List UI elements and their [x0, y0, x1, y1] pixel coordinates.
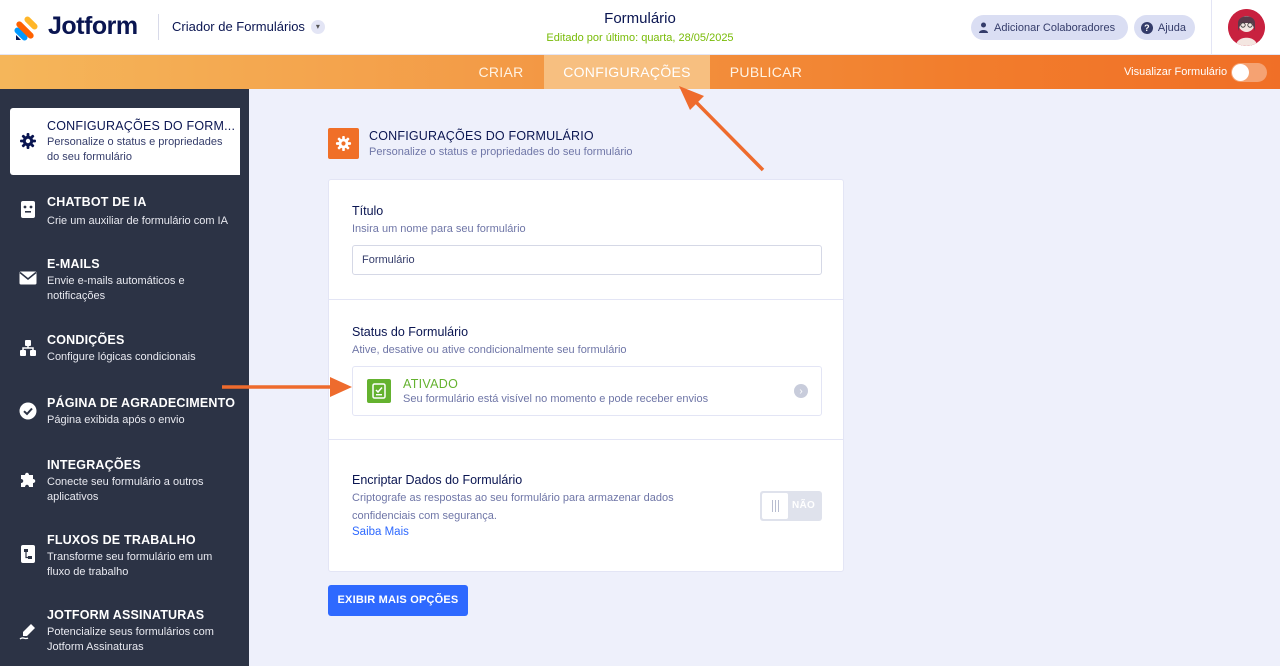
learn-more-link[interactable]: Saiba Mais: [352, 526, 409, 538]
sidebar-item-workflows[interactable]: FLUXOS DE TRABALHO Transforme seu formul…: [0, 532, 249, 582]
sidebar-item-title: JOTFORM ASSINATURAS: [47, 608, 205, 622]
sidebar-item-title: E-MAILS: [47, 257, 100, 271]
check-circle-icon: [18, 401, 38, 421]
show-more-options-button[interactable]: EXIBIR MAIS OPÇÕES: [328, 585, 468, 616]
card-divider: [329, 299, 843, 300]
sidebar-item-form-settings[interactable]: CONFIGURAÇÕES DO FORM... Personalize o s…: [10, 108, 240, 175]
sidebar-item-conditions[interactable]: CONDIÇÕES Configure lógicas condicionais: [0, 332, 249, 372]
sidebar-item-integrations[interactable]: INTEGRAÇÕES Conecte seu formulário a out…: [0, 457, 249, 507]
sidebar-item-desc: Personalize o status e propriedades do s…: [47, 136, 223, 163]
user-icon: [978, 22, 989, 33]
settings-sidebar: CONFIGURAÇÕES DO FORM... Personalize o s…: [0, 89, 249, 666]
puzzle-icon: [18, 469, 38, 489]
sidebar-item-title: INTEGRAÇÕES: [47, 458, 141, 472]
add-collaborators-button[interactable]: Adicionar Colaboradores: [971, 15, 1128, 40]
status-field-hint: Ative, desative ou ative condicionalment…: [352, 344, 627, 356]
form-status-selector[interactable]: ATIVADO Seu formulário está visível no m…: [352, 366, 822, 416]
sidebar-item-desc: Configure lógicas condicionais: [47, 351, 196, 363]
tab-publicar[interactable]: PUBLICAR: [722, 55, 810, 89]
section-subtitle: Personalize o status e propriedades do s…: [369, 146, 633, 158]
sidebar-item-desc: Transforme seu formulário em um fluxo de…: [47, 551, 213, 578]
add-collaborators-label: Adicionar Colaboradores: [994, 21, 1116, 34]
signature-pen-icon: [18, 621, 38, 641]
builder-nav-bar: CRIAR CONFIGURAÇÕES PUBLICAR Visualizar …: [0, 55, 1280, 89]
question-icon: ?: [1141, 21, 1153, 34]
encrypt-field-label: Encriptar Dados do Formulário: [352, 473, 523, 487]
sidebar-item-desc: Página exibida após o envio: [47, 414, 185, 426]
sidebar-item-title: CHATBOT DE IA: [47, 195, 147, 209]
card-divider: [329, 439, 843, 440]
sidebar-item-desc: Potencialize seus formulários com Jotfor…: [47, 626, 214, 653]
toggle-handle-icon: [762, 493, 788, 519]
status-state-desc: Seu formulário está visível no momento e…: [403, 393, 709, 405]
form-enabled-icon: [367, 379, 391, 403]
encrypt-toggle-label: NÃO: [792, 500, 816, 511]
sidebar-item-title: PÁGINA DE AGRADECIMENTO: [47, 396, 236, 410]
header-separator: [1211, 0, 1212, 55]
section-title: CONFIGURAÇÕES DO FORMULÁRIO: [369, 129, 594, 143]
encrypt-toggle[interactable]: NÃO: [760, 491, 822, 521]
sidebar-item-thank-you-page[interactable]: PÁGINA DE AGRADECIMENTO Página exibida a…: [0, 395, 249, 435]
tab-configuracoes[interactable]: CONFIGURAÇÕES: [544, 55, 710, 89]
arrow-to-settings-tab-icon: [679, 86, 765, 172]
help-label: Ajuda: [1157, 21, 1186, 34]
sidebar-item-desc: Conecte seu formulário a outros aplicati…: [47, 476, 204, 503]
preview-form-label: Visualizar Formulário: [1124, 66, 1228, 78]
help-button[interactable]: ? Ajuda: [1134, 15, 1195, 40]
gear-icon: [18, 131, 38, 151]
tab-criar[interactable]: CRIAR: [470, 55, 532, 89]
sidebar-item-ai-chatbot[interactable]: CHATBOT DE IA Crie um auxiliar de formul…: [0, 194, 249, 234]
chatbot-icon: [18, 199, 38, 219]
toggle-knob: [1232, 64, 1249, 81]
sidebar-item-jotform-sign[interactable]: JOTFORM ASSINATURAS Potencialize seus fo…: [0, 607, 249, 657]
conditions-icon: [18, 338, 38, 358]
sidebar-item-desc: Crie um auxiliar de formulário com IA: [47, 215, 228, 227]
sidebar-item-emails[interactable]: E-MAILS Envie e-mails automáticos e noti…: [0, 256, 249, 306]
status-state-title: ATIVADO: [403, 377, 459, 391]
top-header: Jotform Criador de Formulários ▾ Formulá…: [0, 0, 1280, 55]
title-field-label: Título: [352, 204, 384, 218]
form-settings-card: Título Insira um nome para seu formulári…: [328, 179, 844, 572]
sidebar-item-desc: Envie e-mails automáticos e notificações: [47, 275, 185, 302]
envelope-icon: [18, 268, 38, 288]
preview-form-toggle[interactable]: [1231, 63, 1267, 82]
avatar[interactable]: [1228, 9, 1265, 46]
encrypt-field-desc: Criptografe as respostas ao seu formulár…: [352, 492, 674, 522]
sidebar-item-title: CONFIGURAÇÕES DO FORM...: [47, 119, 236, 133]
status-field-label: Status do Formulário: [352, 325, 469, 339]
workflow-icon: [18, 544, 38, 564]
chevron-right-icon: ›: [794, 384, 808, 398]
sidebar-item-title: CONDIÇÕES: [47, 333, 125, 347]
gear-icon: [328, 128, 359, 159]
title-field-hint: Insira um nome para seu formulário: [352, 223, 526, 235]
sidebar-item-title: FLUXOS DE TRABALHO: [47, 533, 196, 547]
form-title-input[interactable]: Formulário: [352, 245, 822, 275]
